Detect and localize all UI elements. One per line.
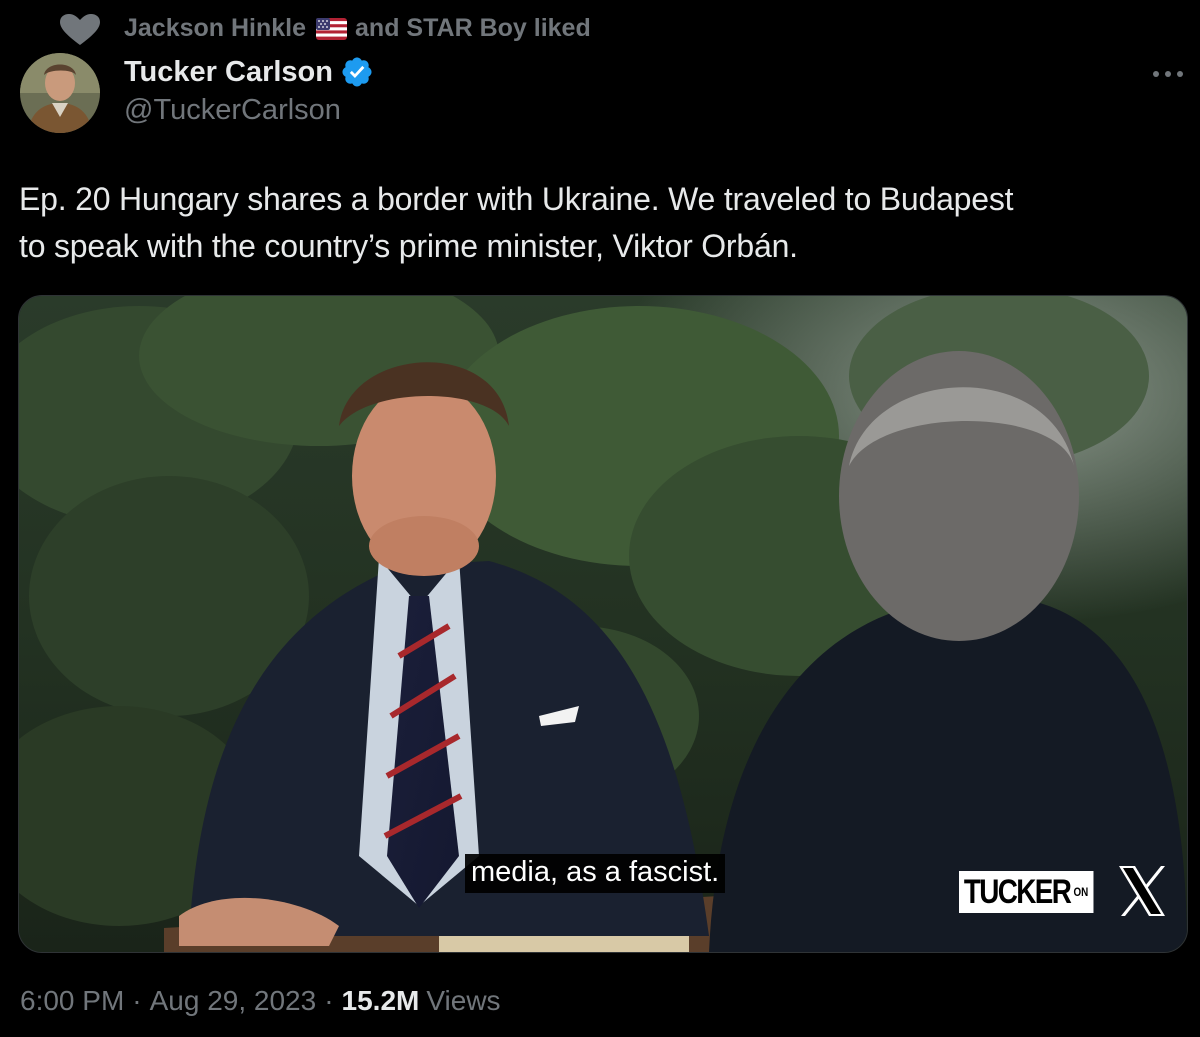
views-label[interactable]: Views [426,985,500,1017]
brand-box: TUCKER ON [959,871,1094,913]
separator: · [324,985,334,1016]
video-subtitle: media, as a fascist. [465,854,726,893]
tweet-meta: 6:00 PM · Aug 29, 2023 · 15.2M Views [20,985,501,1017]
author-display-name[interactable]: Tucker Carlson [124,56,333,89]
us-flag-icon [316,17,348,40]
x-logo-icon [1119,866,1165,916]
author-name-row[interactable]: Tucker Carlson [124,52,374,92]
avatar-image [20,53,100,133]
video-player[interactable]: media, as a fascist. TUCKER ON [18,295,1188,953]
separator: · [132,985,142,1016]
tweet-text-line-1: Ep. 20 Hungary shares a border with Ukra… [19,181,1014,217]
brand-on: ON [1073,885,1089,899]
tweet-text: Ep. 20 Hungary shares a border with Ukra… [19,176,1184,270]
tucker-on-x-logo: TUCKER ON [959,866,1165,918]
tweet-text-line-2: to speak with the country’s prime minist… [19,228,798,264]
verified-badge-icon [342,57,372,87]
brand-name: TUCKER [963,873,1072,911]
avatar[interactable] [20,53,100,133]
liker-name-1[interactable]: Jackson Hinkle [124,14,306,43]
more-options-icon[interactable] [1148,62,1188,86]
heart-icon [60,14,100,45]
liked-by-rest[interactable]: and STAR Boy liked [355,14,591,43]
tweet-date[interactable]: Aug 29, 2023 [150,985,317,1017]
author-handle[interactable]: @TuckerCarlson [124,94,341,127]
tweet-time[interactable]: 6:00 PM [20,985,124,1017]
views-count[interactable]: 15.2M [342,985,420,1017]
social-context-text[interactable]: Jackson Hinkle and STAR Boy liked [124,14,591,43]
